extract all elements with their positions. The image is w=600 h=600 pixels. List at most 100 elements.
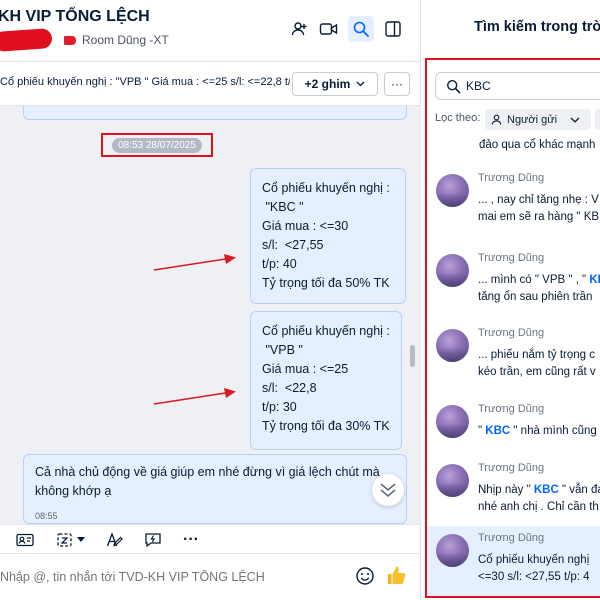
message-input[interactable]	[0, 570, 340, 584]
search-box[interactable]	[435, 72, 600, 100]
filter-label: Lọc theo:	[435, 112, 481, 124]
filter-sender-dropdown[interactable]: Người gửi	[485, 109, 591, 130]
chevron-down-icon	[356, 81, 365, 87]
filter-sender-label: Người gửi	[507, 113, 558, 126]
snippet-highlight: KBC	[533, 484, 559, 496]
message-line: s/l: <22,8	[262, 381, 317, 395]
search-result-item[interactable]: Trương Dũng ... phiếu nắm tỷ trọng c kéo…	[427, 321, 600, 395]
add-member-button[interactable]	[287, 16, 313, 42]
snippet-highlight: KBC	[485, 425, 511, 437]
annotation-arrow	[153, 388, 236, 405]
message-bubble[interactable]: Cổ phiếu khuyến nghị : "VPB " Giá mua : …	[250, 311, 402, 450]
snippet-text: " vẫn đa	[558, 484, 600, 496]
search-icon	[353, 21, 369, 37]
chat-header: KH VIP TỔNG LỆCH Room Dũng -XT	[0, 0, 420, 62]
snippet-text: ... mình có " VPB " , "	[478, 274, 590, 286]
result-sender-name: Trương Dũng	[478, 327, 545, 339]
snippet-text: ... phiếu nắm tỷ trọng c	[478, 349, 595, 361]
avatar	[436, 464, 469, 497]
search-result-item[interactable]: Trương Dũng ... , nay chỉ tăng nhẹ : V m…	[427, 166, 600, 240]
result-sender-name: Trương Dũng	[478, 462, 545, 474]
result-snippet: ... phiếu nắm tỷ trọng c kéo trần, em cũ…	[478, 347, 600, 381]
caret-down-icon	[76, 537, 85, 542]
screenshot-icon	[56, 533, 72, 547]
message-line: "KBC "	[262, 200, 304, 214]
conversation-title[interactable]: KH VIP TỔNG LỆCH	[0, 8, 150, 26]
snippet-text: mai em sẽ ra hàng " KB	[478, 211, 600, 223]
message-line: t/p: 30	[262, 400, 297, 414]
snippet-text: nhé anh chị . Chỉ cần th	[478, 501, 599, 513]
result-sender-name: Trương Dũng	[478, 532, 545, 544]
message-line: Tỷ trọng tối đa 50% TK	[262, 276, 390, 290]
filter-date-dropdown[interactable]	[595, 109, 600, 130]
more-icon: ···	[183, 531, 199, 548]
avatar	[436, 534, 469, 567]
thumbs-up-icon[interactable]	[385, 564, 407, 586]
result-snippet: ... , nay chỉ tăng nhẹ : V mai em sẽ ra …	[478, 192, 600, 226]
message-line: s/l: <27,55	[262, 238, 324, 252]
pin-options-button[interactable]: ···	[384, 72, 410, 96]
tag-icon	[64, 36, 76, 45]
emoji-icon[interactable]	[355, 566, 375, 586]
avatar	[436, 329, 469, 362]
message-bubble[interactable]: Cổ phiếu khuyến nghị : "KBC " Giá mua : …	[250, 168, 406, 304]
format-text-icon	[106, 532, 123, 547]
conversation-subtitle[interactable]: Room Dũng -XT	[82, 33, 169, 47]
snippet-text: <=30 s/l: <27,55 t/p: 4	[478, 571, 590, 583]
message-composer	[0, 554, 420, 600]
contact-card-icon	[16, 533, 34, 547]
result-snippet: ... mình có " VPB " , " KB tăng ổn sau p…	[478, 272, 600, 306]
composer-toolbar: ···	[0, 524, 420, 554]
video-call-button[interactable]	[316, 16, 342, 42]
pinned-message-text[interactable]: Cổ phiếu khuyến nghị : "VPB " Giá mua : …	[0, 76, 290, 88]
search-button[interactable]	[348, 16, 374, 42]
result-sender-name: Trương Dũng	[478, 252, 545, 264]
snippet-text: Cổ phiếu khuyến nghị	[478, 554, 590, 566]
search-input[interactable]	[466, 79, 600, 93]
double-chevron-down-icon	[380, 483, 396, 497]
person-icon	[491, 114, 502, 125]
more-pins-label: +2 ghim	[304, 77, 351, 91]
snippet-highlight: KB	[589, 274, 600, 286]
scrollbar-thumb[interactable]	[410, 345, 415, 367]
chat-panel: KH VIP TỔNG LỆCH Room Dũng -XT Cổ phiếu …	[0, 0, 420, 600]
sidebar-toggle-button[interactable]	[380, 16, 406, 42]
scroll-to-bottom-button[interactable]	[372, 474, 404, 506]
search-icon	[446, 79, 461, 94]
search-result-item[interactable]: Trương Dũng Cổ phiếu khuyến nghị <=30 s/…	[427, 526, 600, 596]
redaction-mark	[0, 28, 53, 52]
pinned-message-bar[interactable]: Cổ phiếu khuyến nghị : "VPB " Giá mua : …	[0, 62, 420, 106]
date-separator: 08:53 28/07/2025	[112, 137, 202, 153]
message-line: "VPB "	[262, 343, 303, 357]
message-line: Giá mua : <=30	[262, 219, 349, 233]
search-result-item[interactable]: Trương Dũng ... mình có " VPB " , " KB t…	[427, 246, 600, 320]
snippet-text: " nhà mình cũng	[510, 425, 597, 437]
avatar	[436, 405, 469, 438]
more-options-button[interactable]: ···	[180, 531, 202, 549]
result-snippet: " KBC " nhà mình cũng	[478, 423, 600, 440]
result-snippet: Cổ phiếu khuyến nghị <=30 s/l: <27,55 t/…	[478, 552, 600, 586]
message-line: t/p: 40	[262, 257, 297, 271]
snippet-text: ... , nay chỉ tăng nhẹ : V	[478, 194, 599, 206]
previous-message-bubble	[23, 106, 407, 120]
format-text-button[interactable]	[104, 531, 126, 549]
screenshot-button[interactable]	[52, 531, 88, 549]
send-contact-card-button[interactable]	[14, 531, 36, 549]
quick-message-button[interactable]	[142, 531, 164, 549]
annotation-arrow	[153, 254, 236, 271]
search-panel: Tìm kiếm trong trò chuyện Lọc theo: Ngườ…	[420, 0, 600, 600]
result-sender-name: Trương Dũng	[478, 403, 545, 415]
sidebar-toggle-icon	[385, 21, 401, 37]
message-bubble[interactable]: Cả nhà chủ động về giá giúp em nhé đừng …	[23, 454, 407, 524]
search-panel-title: Tìm kiếm trong trò chuyện	[474, 19, 600, 35]
result-snippet: đảo qua cổ khác mạnh	[479, 139, 596, 151]
more-pins-button[interactable]: +2 ghim	[292, 72, 378, 96]
message-line: Cổ phiếu khuyến nghị :	[262, 181, 390, 195]
quick-message-icon	[145, 533, 161, 548]
avatar	[436, 174, 469, 207]
message-line: Tỷ trọng tối đa 30% TK	[262, 419, 390, 433]
timestamp-highlight-box: 08:53 28/07/2025	[101, 133, 213, 157]
result-sender-name: Trương Dũng	[478, 172, 545, 184]
snippet-text: tăng ổn sau phiên trần	[478, 291, 593, 303]
search-result-item[interactable]: Trương Dũng Nhịp này " KBC " vẫn đa nhé …	[427, 456, 600, 530]
